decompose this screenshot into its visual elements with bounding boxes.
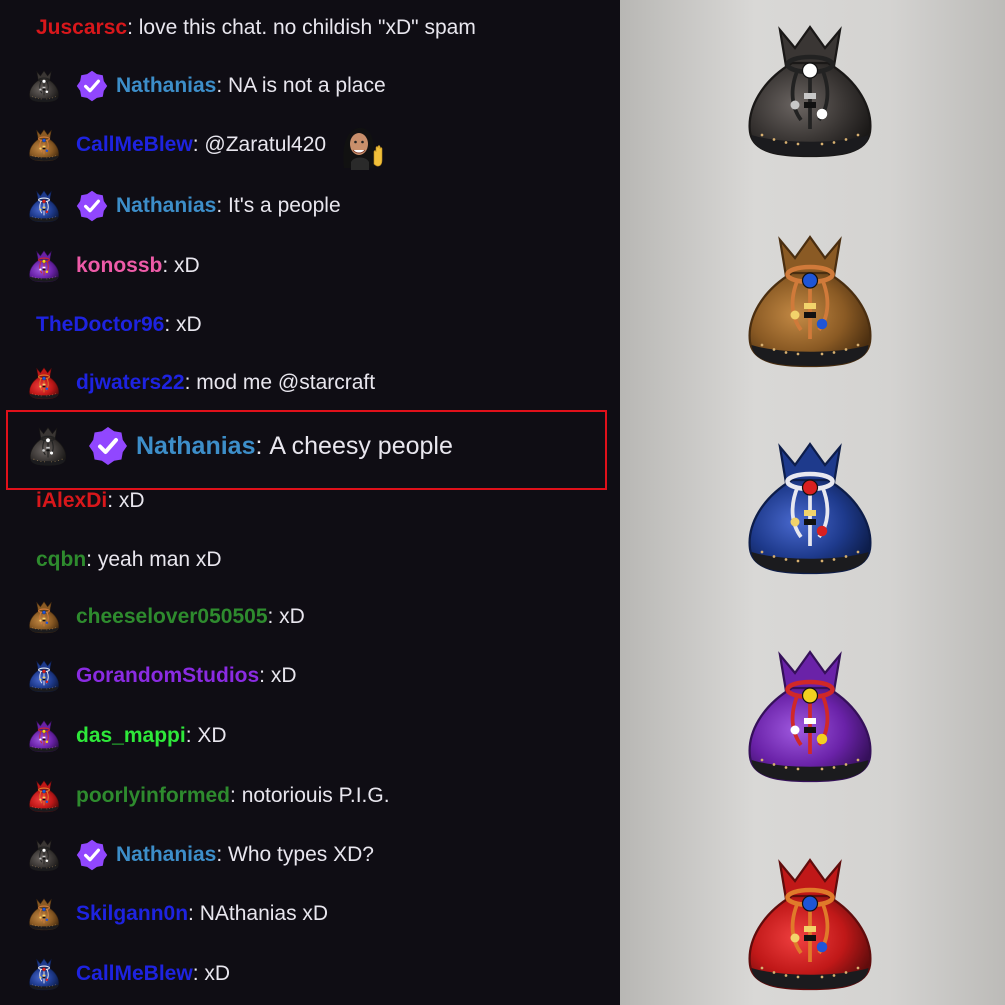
- chat-message: cqbn: yeah man xD: [0, 540, 620, 580]
- username-separator: :: [188, 902, 200, 925]
- username-separator: :: [162, 254, 175, 277]
- chat-message: poorlyinformed: notoriouis P.I.G.: [0, 776, 620, 816]
- chat-message-text: @Zaratul420: [204, 133, 327, 156]
- chat-message: djwaters22: mod me @starcraft: [0, 363, 620, 403]
- chat-message: Juscarsc: love this chat. no childish "x…: [0, 8, 620, 48]
- chat-message: CallMeBlew: xD: [0, 954, 620, 994]
- sub-badge-black-icon: [29, 426, 67, 466]
- sub-badge-purple-icon: [29, 250, 59, 283]
- chat-message: Nathanias: It's a people: [0, 186, 620, 226]
- large-sub-badge-purple-icon: [748, 650, 872, 783]
- username-separator: :: [192, 133, 205, 156]
- chat-message-text: mod me @starcraft: [196, 371, 376, 394]
- chat-message-text: xD: [270, 664, 297, 687]
- large-sub-badge-brown-icon: [748, 235, 872, 368]
- chat-message-text: xD: [174, 254, 200, 277]
- chat-username[interactable]: Juscarsc: [36, 16, 127, 40]
- chat-message-text: xD: [204, 962, 231, 985]
- chat-message-text: notoriouis P.I.G.: [241, 784, 390, 807]
- chat-username[interactable]: CallMeBlew: [76, 133, 193, 157]
- chat-message-text: NAthanias xD: [199, 902, 329, 925]
- sub-badge-purple-icon: [29, 720, 59, 753]
- chat-username[interactable]: GorandomStudios: [76, 664, 259, 688]
- username-separator: :: [259, 664, 271, 687]
- username-separator: :: [230, 784, 242, 807]
- chat-panel: Juscarsc: love this chat. no childish "x…: [0, 0, 620, 1005]
- large-sub-badge-blue-icon: [748, 442, 872, 575]
- username-separator: :: [184, 371, 197, 394]
- sub-badge-red-icon: [29, 780, 59, 813]
- chat-username[interactable]: poorlyinformed: [76, 784, 230, 808]
- sub-badge-brown-icon: [29, 129, 59, 162]
- large-sub-badge-black-icon: [748, 25, 872, 158]
- chat-message: das_mappi: XD: [0, 716, 620, 756]
- waving-woman-emote-icon: [343, 127, 383, 170]
- sub-badge-brown-icon: [29, 601, 59, 634]
- chat-message: cheeselover050505: xD: [0, 597, 620, 637]
- verified-badge-icon: [89, 427, 127, 465]
- sub-badge-blue-icon: [29, 958, 59, 991]
- chat-username[interactable]: Nathanias: [136, 432, 255, 461]
- chat-message: Skilgann0n: NAthanias xD: [0, 894, 620, 934]
- chat-message: Nathanias: NA is not a place: [0, 66, 620, 106]
- username-separator: :: [216, 843, 229, 866]
- chat-message-text: XD: [197, 724, 227, 747]
- chat-message-text: NA is not a place: [228, 74, 386, 97]
- chat-message: konossb: xD: [0, 246, 620, 286]
- username-separator: :: [255, 431, 270, 460]
- sub-badge-blue-icon: [29, 660, 59, 693]
- chat-username[interactable]: iAlexDi: [36, 489, 107, 513]
- chat-message: TheDoctor96: xD: [0, 305, 620, 345]
- username-separator: :: [267, 605, 280, 628]
- username-separator: :: [216, 74, 229, 97]
- chat-message-text: It's a people: [228, 194, 341, 217]
- chat-message-text: love this chat. no childish "xD" spam: [138, 16, 476, 39]
- chat-username[interactable]: djwaters22: [76, 371, 185, 395]
- chat-username[interactable]: Nathanias: [116, 843, 216, 867]
- username-separator: :: [86, 548, 98, 571]
- username-separator: :: [185, 724, 198, 747]
- verified-badge-icon: [76, 70, 108, 102]
- sub-badge-black-icon: [29, 839, 59, 872]
- username-separator: :: [216, 194, 229, 217]
- sub-badge-brown-icon: [29, 898, 59, 931]
- chat-message: CallMeBlew: @Zaratul420: [0, 125, 620, 170]
- sub-badge-red-icon: [29, 367, 59, 400]
- chat-message: Nathanias: Who types XD?: [0, 835, 620, 875]
- chat-message: iAlexDi: xD: [0, 481, 620, 521]
- username-separator: :: [192, 962, 205, 985]
- chat-message: GorandomStudios: xD: [0, 656, 620, 696]
- username-separator: :: [127, 16, 139, 39]
- chat-message-highlighted: Nathanias: A cheesy people: [0, 424, 620, 468]
- chat-message-text: xD: [118, 489, 145, 512]
- large-sub-badge-red-icon: [748, 858, 872, 991]
- sub-badge-black-icon: [29, 70, 59, 103]
- verified-badge-icon: [76, 190, 108, 222]
- chat-message-text: xD: [176, 313, 202, 336]
- chat-username[interactable]: Nathanias: [116, 194, 216, 218]
- chat-username[interactable]: cheeselover050505: [76, 605, 268, 629]
- chat-message-text: Who types XD?: [228, 843, 374, 866]
- sub-badge-blue-icon: [29, 190, 59, 223]
- chat-username[interactable]: konossb: [76, 254, 162, 278]
- verified-badge-icon: [76, 839, 108, 871]
- chat-username[interactable]: Skilgann0n: [76, 902, 188, 926]
- username-separator: :: [164, 313, 177, 336]
- chat-username[interactable]: CallMeBlew: [76, 962, 193, 986]
- chat-message-text: yeah man xD: [97, 548, 222, 571]
- chat-username[interactable]: cqbn: [36, 548, 86, 572]
- username-separator: :: [107, 489, 119, 512]
- chat-username[interactable]: Nathanias: [116, 74, 216, 98]
- chat-message-text: xD: [279, 605, 305, 628]
- chat-message-text: A cheesy people: [269, 431, 453, 460]
- chat-username[interactable]: TheDoctor96: [36, 313, 164, 337]
- badge-showcase: [620, 0, 1005, 1005]
- chat-username[interactable]: das_mappi: [76, 724, 186, 748]
